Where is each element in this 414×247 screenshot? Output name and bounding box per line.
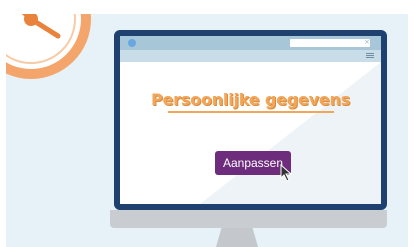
browser-address-bar[interactable] — [290, 39, 370, 47]
site-header-bar — [120, 50, 381, 62]
monitor-screen: × Persoonlijke gegevens Aanpassen — [120, 36, 381, 204]
mouse-pointer-icon — [280, 164, 293, 182]
screen-reflection — [200, 62, 381, 204]
close-icon[interactable]: × — [364, 38, 370, 47]
illustration-stage: × Persoonlijke gegevens Aanpassen — [6, 14, 408, 247]
browser-toolbar: × — [120, 36, 381, 50]
browser-dot — [128, 39, 136, 47]
hamburger-menu-icon[interactable] — [366, 52, 374, 60]
heading-underline — [168, 111, 334, 113]
monitor: × Persoonlijke gegevens Aanpassen — [114, 30, 387, 210]
monitor-base — [110, 210, 387, 228]
page-heading: Persoonlijke gegevens — [150, 90, 351, 109]
